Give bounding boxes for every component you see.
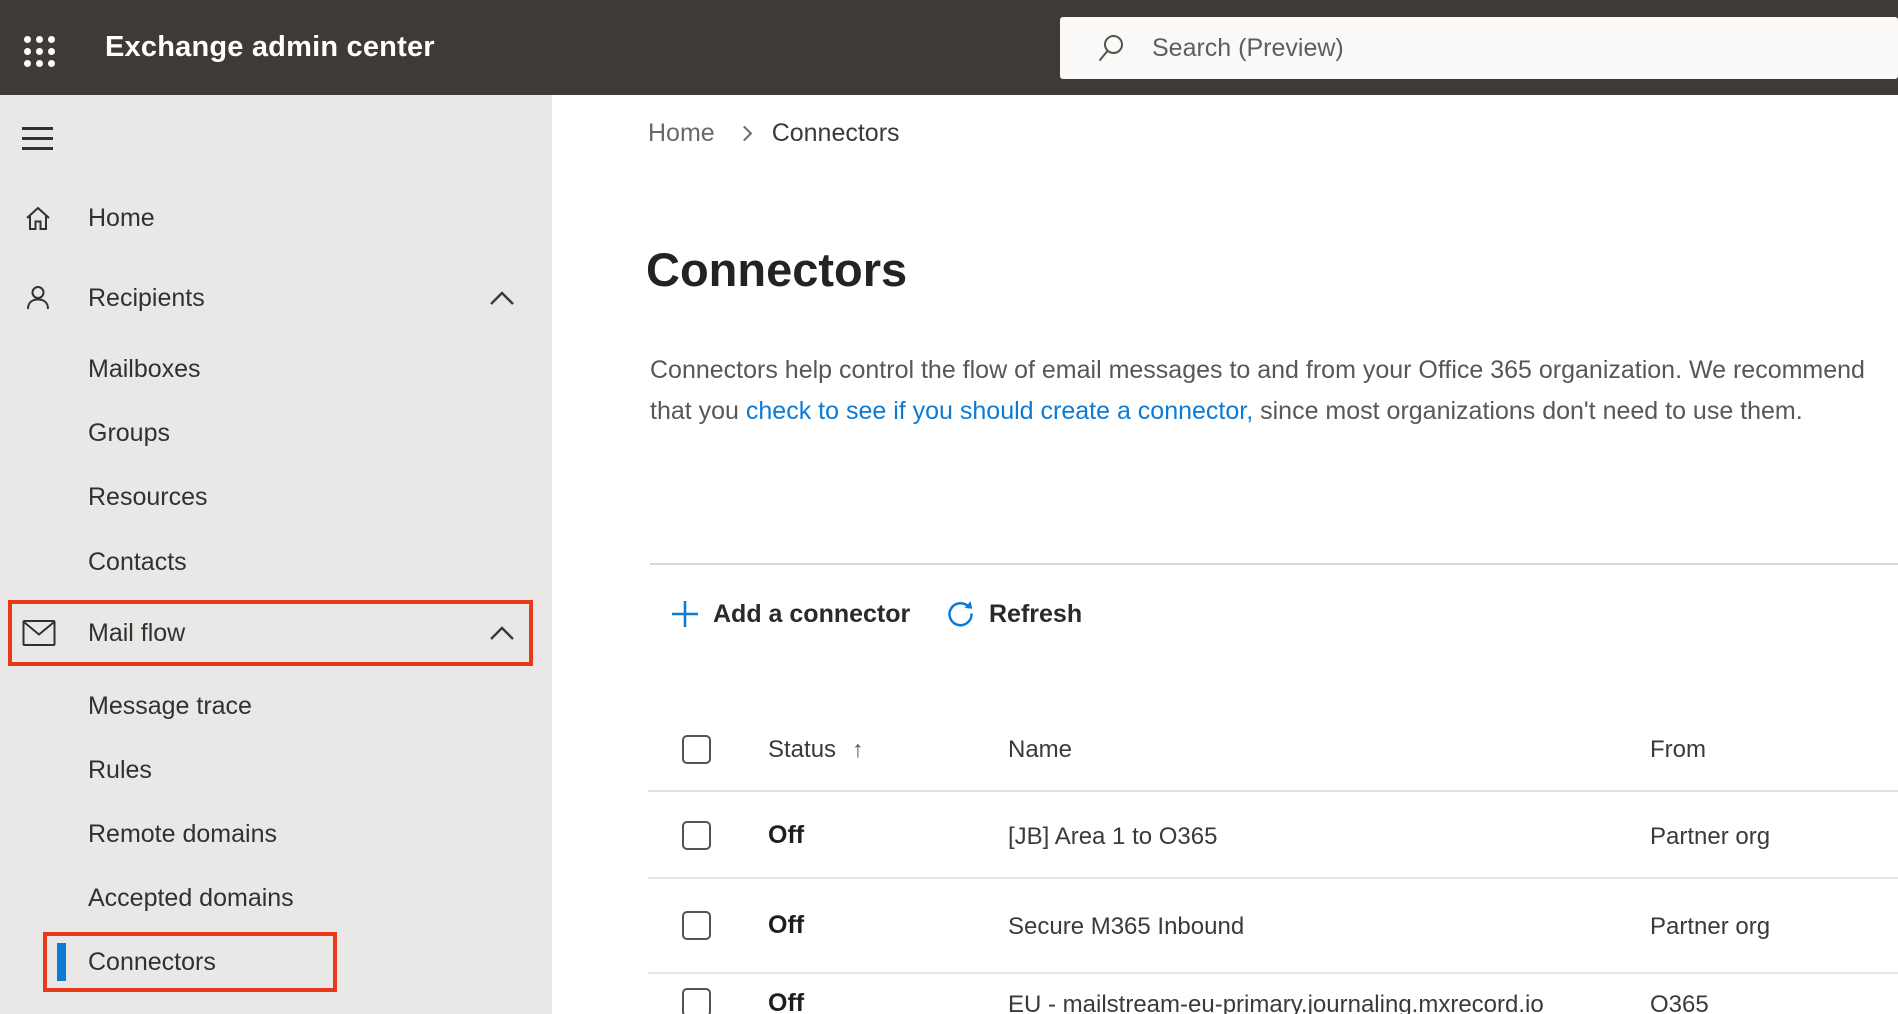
sidebar-item-contacts[interactable]: Contacts [0, 530, 552, 594]
sidebar-item-resources[interactable]: Resources [0, 465, 552, 529]
sidebar-item-accepted-domains[interactable]: Accepted domains [0, 866, 552, 930]
sidebar-item-home[interactable]: Home [0, 186, 552, 250]
sidebar-item-mail-flow[interactable]: Mail flow [0, 601, 552, 665]
row-divider [648, 877, 1898, 879]
status-cell: Off [768, 821, 805, 849]
sidebar-item-label: Mailboxes [88, 354, 201, 383]
page-title: Connectors [646, 243, 908, 296]
sort-ascending-icon: ↑ [852, 736, 864, 762]
sidebar-item-label: Connectors [88, 947, 216, 976]
sidebar-item-connectors[interactable]: Connectors [0, 930, 552, 994]
selected-indicator [57, 943, 66, 981]
status-cell: Off [768, 989, 805, 1014]
from-cell: O365 [1650, 991, 1709, 1014]
toolbar-divider [650, 563, 1898, 565]
refresh-icon [948, 600, 973, 626]
description-text: since most organizations don't need to u… [1253, 396, 1803, 425]
page-description: Connectors help control the flow of emai… [650, 350, 1868, 431]
waffle-icon [23, 35, 55, 67]
hamburger-icon [22, 127, 53, 130]
create-connector-link[interactable]: check to see if you should create a conn… [746, 397, 1253, 425]
column-header-status[interactable]: Status ↑ [768, 736, 864, 764]
name-cell: EU - mailstream-eu-primary.journaling.mx… [1008, 991, 1544, 1014]
app-title: Exchange admin center [105, 31, 435, 63]
sidebar-item-label: Message trace [88, 691, 252, 720]
from-cell: Partner org [1650, 913, 1771, 940]
sidebar-item-label: Contacts [88, 547, 187, 576]
row-checkbox[interactable] [682, 821, 711, 850]
add-connector-label: Add a connector [713, 599, 911, 628]
column-header-from[interactable]: From [1650, 736, 1706, 764]
app-launcher-button[interactable] [18, 30, 60, 72]
sidebar-item-label: Accepted domains [88, 883, 294, 912]
sidebar-item-label: Home [88, 203, 155, 232]
refresh-label: Refresh [989, 599, 1083, 628]
sidebar-item-mailboxes[interactable]: Mailboxes [0, 337, 552, 401]
sidebar: Home Recipients Mailboxes Groups Resourc… [0, 95, 552, 1014]
breadcrumb-chevron-icon [736, 125, 752, 141]
menu-toggle-button[interactable] [22, 127, 53, 151]
sidebar-item-rules[interactable]: Rules [0, 738, 552, 802]
table-header-divider [648, 790, 1898, 792]
sidebar-item-label: Rules [88, 755, 152, 784]
chevron-up-icon[interactable] [489, 290, 515, 306]
breadcrumb-home-link[interactable]: Home [648, 119, 715, 148]
chevron-up-icon[interactable] [489, 625, 515, 641]
refresh-button[interactable]: Refresh [945, 593, 1082, 635]
from-cell: Partner org [1650, 823, 1771, 850]
topbar: Exchange admin center [0, 0, 1898, 95]
sidebar-item-label: Resources [88, 482, 208, 511]
sidebar-item-remote-domains[interactable]: Remote domains [0, 802, 552, 866]
sidebar-item-label: Remote domains [88, 819, 277, 848]
sidebar-item-label: Mail flow [88, 618, 186, 647]
sidebar-item-groups[interactable]: Groups [0, 401, 552, 465]
column-header-name[interactable]: Name [1008, 736, 1072, 764]
sidebar-item-label: Groups [88, 418, 170, 447]
name-cell: [JB] Area 1 to O365 [1008, 823, 1218, 850]
person-icon [22, 282, 54, 314]
row-checkbox[interactable] [682, 911, 711, 940]
mail-icon [22, 620, 56, 647]
breadcrumb-current: Connectors [771, 118, 900, 147]
status-cell: Off [768, 911, 805, 939]
sidebar-item-message-trace[interactable]: Message trace [0, 674, 552, 738]
row-divider [648, 972, 1898, 974]
search-input[interactable] [1060, 17, 1898, 79]
plus-icon [672, 601, 698, 627]
add-connector-button[interactable]: Add a connector [670, 593, 910, 635]
main-content: Home Connectors Connectors Connectors he… [552, 95, 1898, 1014]
breadcrumb: Home Connectors [648, 113, 900, 153]
sidebar-item-label: Recipients [88, 283, 205, 312]
search-box[interactable] [1060, 17, 1898, 79]
home-icon [22, 202, 54, 234]
select-all-checkbox[interactable] [682, 735, 711, 764]
sidebar-item-recipients[interactable]: Recipients [0, 266, 552, 330]
row-checkbox[interactable] [682, 988, 711, 1014]
name-cell: Secure M365 Inbound [1008, 913, 1245, 940]
